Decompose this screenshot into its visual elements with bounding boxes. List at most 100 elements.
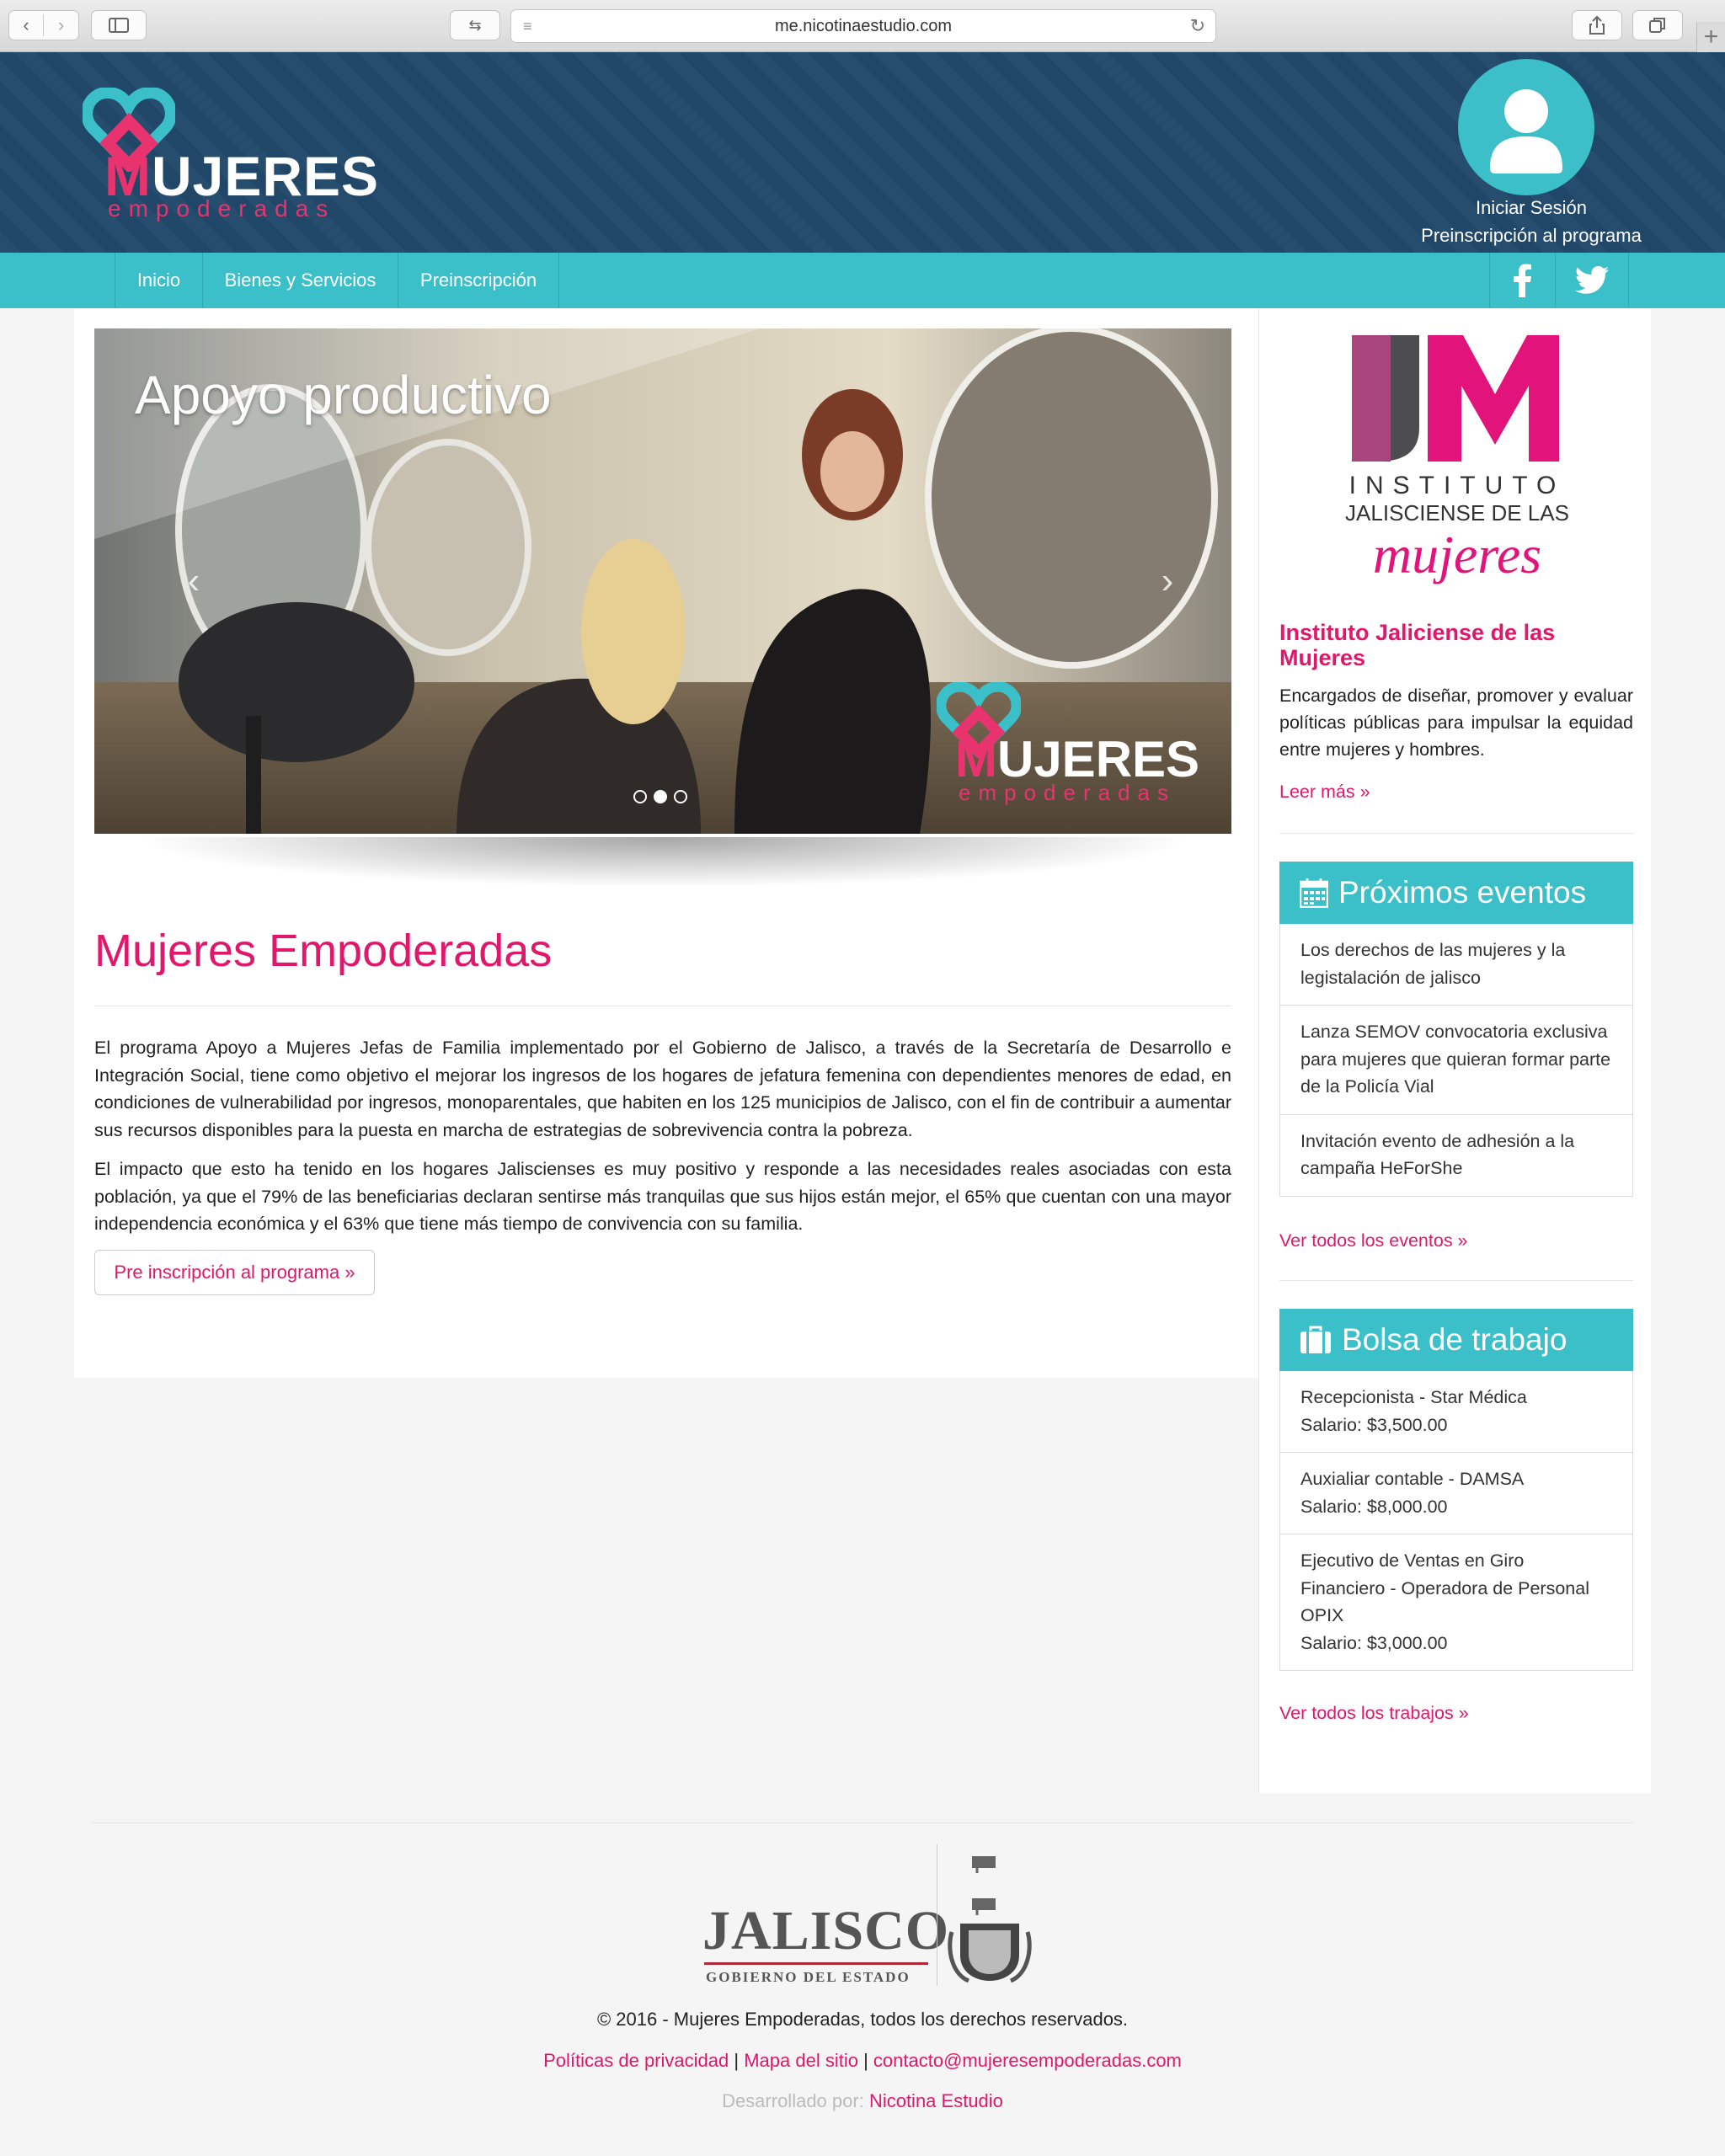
site-logo[interactable]: MUJERES empoderadas <box>83 88 378 222</box>
slide-title: Apoyo productivo <box>135 365 552 425</box>
ijm-title[interactable]: Instituto Jaliciense de las Mujeres <box>1279 620 1642 670</box>
nav-item-inicio[interactable]: Inicio <box>115 253 202 308</box>
browser-toolbar: ‹ › ⇆ ≡ me.nicotinaestudio.com ↻ + <box>0 0 1725 52</box>
main-content: Apoyo productivo ‹ › MUJERES empoderadas… <box>74 308 1258 1378</box>
job-name: Recepcionista - Star Médica <box>1300 1387 1527 1407</box>
facebook-icon <box>1513 264 1531 297</box>
calendar-icon <box>1300 878 1328 908</box>
login-block: Iniciar Sesión Preinscripción al program… <box>1365 194 1698 249</box>
developer-label: Desarrollado por: <box>722 2090 864 2111</box>
job-item[interactable]: Auxialiar contable - DAMSA Salario: $8,0… <box>1280 1452 1632 1534</box>
event-item[interactable]: Lanza SEMOV convocatoria exclusiva para … <box>1280 1005 1632 1114</box>
developer-link[interactable]: Nicotina Estudio <box>869 2090 1003 2111</box>
nav-item-preinscripcion[interactable]: Preinscripción <box>398 253 559 308</box>
link-separator: | <box>863 2050 868 2071</box>
page-menu-icon: ≡ <box>523 17 532 35</box>
sitemap-link[interactable]: Mapa del sitio <box>744 2050 858 2071</box>
carousel-dot[interactable] <box>633 790 647 803</box>
login-link[interactable]: Iniciar Sesión <box>1365 194 1698 221</box>
plus-icon: + <box>1703 23 1719 51</box>
carousel-prev-icon[interactable]: ‹ <box>177 563 211 600</box>
events-panel-header: Próximos eventos <box>1279 862 1633 924</box>
slide-logo: MUJERES empoderadas <box>937 682 1215 817</box>
job-salary: Salario: $3,000.00 <box>1300 1632 1448 1653</box>
jobs-panel-header: Bolsa de trabajo <box>1279 1309 1633 1371</box>
back-icon[interactable]: ‹ <box>9 14 45 36</box>
copyright-text: © 2016 - Mujeres Empoderadas, todos los … <box>596 2009 1129 2030</box>
events-panel-title: Próximos eventos <box>1338 875 1587 910</box>
job-item[interactable]: Ejecutivo de Ventas en Giro Financiero -… <box>1280 1534 1632 1670</box>
job-salary: Salario: $8,000.00 <box>1300 1496 1448 1517</box>
footer-links: Políticas de privacidad | Mapa del sitio… <box>0 2050 1725 2072</box>
swap-icon: ⇆ <box>468 16 482 34</box>
tabs-button[interactable] <box>1632 10 1683 40</box>
nav-item-bienes[interactable]: Bienes y Servicios <box>202 253 398 308</box>
briefcase-icon <box>1300 1326 1331 1353</box>
intro-paragraph-1: El programa Apoyo a Mujeres Jefas de Fam… <box>94 1038 1231 1140</box>
divider <box>1279 833 1633 834</box>
event-item[interactable]: Invitación evento de adhesión a la campa… <box>1280 1113 1632 1196</box>
forward-icon[interactable]: › <box>44 14 78 36</box>
job-salary: Salario: $3,500.00 <box>1300 1414 1448 1435</box>
jalisco-red-line <box>704 1962 928 1965</box>
sidebar-icon <box>109 18 129 33</box>
twitter-icon <box>1575 266 1609 294</box>
ijm-logo[interactable]: INSTITUTO JALISCIENSE DE LAS mujeres <box>1335 335 1579 603</box>
tabs-icon <box>1649 18 1665 33</box>
site-header: MUJERES empoderadas Iniciar Sesión Prein… <box>0 52 1725 253</box>
ijm-read-more-link[interactable]: Leer más » <box>1279 782 1370 803</box>
reload-icon[interactable]: ↻ <box>1190 15 1205 37</box>
jobs-panel-title: Bolsa de trabajo <box>1342 1322 1567 1357</box>
ijm-description: Encargados de diseñar, promover y evalua… <box>1279 686 1633 760</box>
link-separator: | <box>734 2050 740 2071</box>
main-nav: Inicio Bienes y Servicios Preinscripción <box>0 253 1725 308</box>
divider <box>1279 1280 1633 1281</box>
privacy-link[interactable]: Políticas de privacidad <box>543 2050 729 2071</box>
share-icon <box>1589 15 1605 35</box>
job-item[interactable]: Recepcionista - Star Médica Salario: $3,… <box>1280 1371 1632 1452</box>
job-name: Auxialiar contable - DAMSA <box>1300 1469 1525 1489</box>
all-events-link[interactable]: Ver todos los eventos » <box>1279 1230 1468 1251</box>
event-item[interactable]: Los derechos de las mujeres y la legista… <box>1280 924 1632 1005</box>
coat-of-arms-icon <box>948 1856 1032 1983</box>
twitter-link[interactable] <box>1555 253 1629 308</box>
slide-logo-letter-m: M <box>955 731 997 787</box>
carousel-dot-active[interactable] <box>654 790 667 803</box>
slide-logo-sub: empoderadas <box>959 780 1176 805</box>
slider-shadow <box>133 837 1194 888</box>
footer-divider <box>93 1822 1632 1823</box>
ijm-logo-line1: INSTITUTO <box>1348 472 1566 499</box>
address-bar[interactable]: ≡ me.nicotinaestudio.com ↻ <box>510 9 1216 43</box>
carousel-next-icon[interactable]: › <box>1151 563 1184 600</box>
slide-logo-word: MUJERES <box>955 734 1199 785</box>
job-name: Ejecutivo de Ventas en Giro Financiero -… <box>1300 1550 1589 1625</box>
contact-email-link[interactable]: contacto@mujeresempoderadas.com <box>873 2050 1182 2071</box>
url-text: me.nicotinaestudio.com <box>774 16 953 35</box>
all-jobs-link[interactable]: Ver todos los trabajos » <box>1279 1703 1469 1724</box>
reader-button[interactable]: ⇆ <box>450 10 500 40</box>
sidebar-toggle-button[interactable] <box>91 10 147 40</box>
ijm-logo-line3: mujeres <box>1372 525 1542 584</box>
jalisco-logo[interactable]: JALISCO GOBIERNO DEL ESTADO <box>699 1844 1036 1988</box>
back-forward-buttons[interactable]: ‹ › <box>8 10 79 40</box>
share-button[interactable] <box>1572 10 1622 40</box>
user-icon <box>1490 89 1562 173</box>
jobs-list: Recepcionista - Star Médica Salario: $3,… <box>1279 1371 1633 1671</box>
jalisco-subtitle: GOBIERNO DEL ESTADO <box>706 1969 911 1985</box>
events-list: Los derechos de las mujeres y la legista… <box>1279 924 1633 1197</box>
ijm-monogram <box>1352 335 1559 462</box>
logo-subtitle: empoderadas <box>108 195 336 221</box>
carousel-dot[interactable] <box>674 790 687 803</box>
slide-logo-letters: UJERES <box>996 731 1200 787</box>
new-tab-button[interactable]: + <box>1696 22 1725 52</box>
hero-carousel[interactable]: Apoyo productivo ‹ › MUJERES empoderadas <box>94 328 1231 834</box>
sidebar: INSTITUTO JALISCIENSE DE LAS mujeres Ins… <box>1258 308 1651 1794</box>
developer-credit: Desarrollado por: Nicotina Estudio <box>0 2090 1725 2112</box>
user-avatar-button[interactable] <box>1458 59 1594 195</box>
facebook-link[interactable] <box>1489 253 1555 308</box>
preinscription-link[interactable]: Preinscripción al programa <box>1365 221 1698 249</box>
ijm-logo-line2: JALISCIENSE DE LAS <box>1345 500 1569 526</box>
carousel-indicators <box>633 790 687 803</box>
preinscription-button[interactable]: Pre inscripción al programa » <box>94 1250 375 1295</box>
page-title: Mujeres Empoderadas <box>94 926 553 976</box>
